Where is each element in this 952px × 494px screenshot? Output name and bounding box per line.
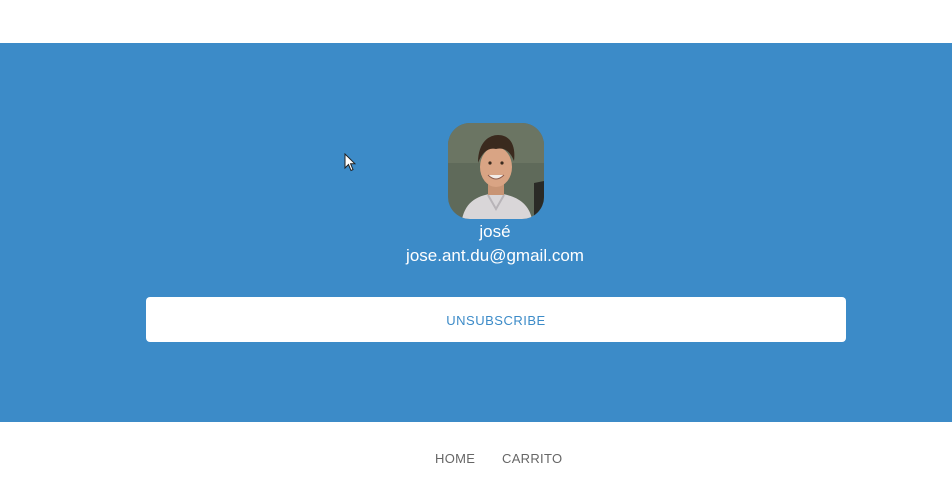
user-name: josé — [479, 222, 511, 241]
nav-link-carrito[interactable]: CARRITO — [502, 451, 562, 466]
profile-hero: josé jose.ant.du@gmail.com UNSUBSCRIBE — [0, 43, 952, 422]
footer-nav: HOME CARRITO — [0, 422, 952, 494]
avatar-photo — [448, 123, 544, 219]
unsubscribe-button[interactable]: UNSUBSCRIBE — [146, 297, 846, 342]
user-email: jose.ant.du@gmail.com — [406, 246, 584, 265]
nav-link-home[interactable]: HOME — [435, 451, 475, 466]
top-bar — [0, 0, 952, 43]
mouse-cursor-icon — [344, 153, 356, 172]
user-avatar — [448, 123, 544, 219]
